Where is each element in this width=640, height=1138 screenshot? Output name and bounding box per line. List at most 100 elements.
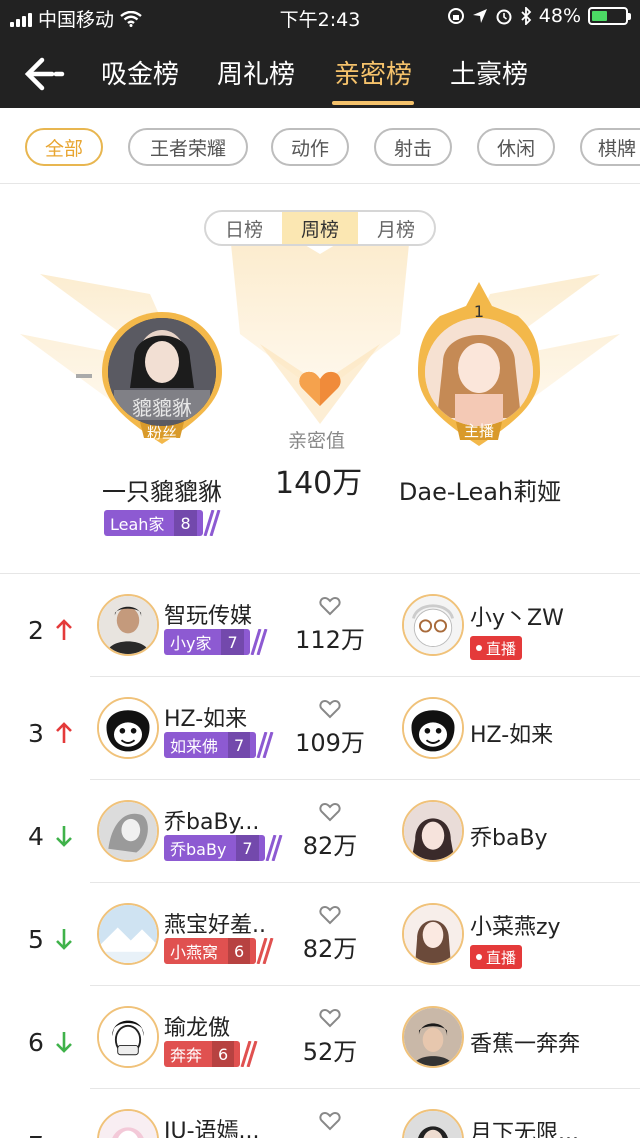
- intimacy-value: 52万: [302, 1038, 358, 1066]
- chip-all[interactable]: 全部: [25, 128, 103, 166]
- badge-name: 小y家: [170, 634, 212, 653]
- rank-number: 2: [28, 616, 44, 645]
- rank-number: 3: [28, 719, 44, 748]
- fan-name[interactable]: IU-语嫣...: [164, 1113, 260, 1138]
- rank-down-arrow-icon: [56, 826, 72, 847]
- fan-club-badge: 奔奔 6: [164, 1041, 258, 1067]
- back-arrow-icon[interactable]: [20, 54, 70, 94]
- rank-number: 4: [28, 822, 44, 851]
- top-pair-panel: 日榜 周榜 月榜 貔貔貅 粉丝 一只貔貔貅 Leah家 8 亲密值 140万 1…: [0, 184, 640, 574]
- fan-club-badge: 小燕窝 6: [164, 938, 274, 964]
- chip-chess[interactable]: 棋牌: [580, 128, 640, 166]
- tab-tuhao[interactable]: 土豪榜: [450, 54, 528, 91]
- fan-avatar[interactable]: [97, 1109, 159, 1138]
- heart-outline-icon: [319, 1008, 341, 1028]
- badge-level: 7: [221, 629, 244, 655]
- fan-name[interactable]: HZ-如来: [164, 701, 247, 733]
- badge-level: 6: [228, 938, 251, 964]
- heart-outline-icon: [319, 802, 341, 822]
- anchor-name[interactable]: 香蕉一奔奔: [470, 1026, 580, 1058]
- fan-name[interactable]: 乔baBy...: [164, 804, 259, 836]
- battery-icon: [588, 7, 631, 25]
- fan-club-badge: 小y家 7: [164, 629, 268, 655]
- list-item[interactable]: 3 HZ-如来 如来佛 7 109万 HZ-如来: [0, 677, 640, 780]
- fan-avatar[interactable]: [97, 594, 159, 656]
- fan-avatar[interactable]: [97, 903, 159, 965]
- fan-club-badge: 如来佛 7: [164, 732, 274, 758]
- alarm-icon: [496, 9, 512, 25]
- period-week[interactable]: 周榜: [282, 212, 358, 244]
- top-anchor-avatar[interactable]: 1 主播: [416, 282, 542, 448]
- badge-slash-icon: [240, 1041, 258, 1067]
- location-icon: [472, 9, 487, 23]
- anchor-avatar[interactable]: [402, 697, 464, 759]
- live-badge[interactable]: 直播: [470, 945, 523, 969]
- avatar-photo: 貔貔貅: [108, 318, 216, 426]
- anchor-name[interactable]: 小y丶ZW: [470, 600, 564, 632]
- live-badge[interactable]: 直播: [470, 636, 523, 660]
- badge-slash-icon: [203, 510, 221, 536]
- chip-action[interactable]: 动作: [271, 128, 349, 166]
- status-bar: 中国移动 下午2:43 48%: [0, 0, 640, 32]
- heart-outline-icon: [319, 1111, 341, 1131]
- rank-down-arrow-icon: [56, 1032, 72, 1053]
- list-item[interactable]: 6 瑜龙傲 奔奔 6 52万 香蕉一奔奔: [0, 986, 640, 1089]
- list-item[interactable]: 2 智玩传媒 小y家 7 112万 小y丶ZW 直播: [0, 574, 640, 677]
- chip-shooter[interactable]: 射击: [374, 128, 452, 166]
- badge-level: 6: [212, 1041, 235, 1067]
- top-anchor-name[interactable]: Dae-Leah莉娅: [380, 472, 580, 507]
- anchor-avatar[interactable]: [402, 903, 464, 965]
- period-day[interactable]: 日榜: [206, 212, 282, 244]
- tab-zhouli[interactable]: 周礼榜: [217, 54, 295, 91]
- badge-slash-icon: [250, 629, 268, 655]
- period-month[interactable]: 月榜: [358, 212, 434, 244]
- anchor-photo: [425, 318, 533, 426]
- intimacy-value: 82万: [302, 935, 358, 963]
- anchor-name[interactable]: 小菜燕zy: [470, 909, 561, 941]
- badge-name: 乔baBy: [170, 840, 227, 859]
- anchor-name[interactable]: 乔baBy: [470, 820, 548, 852]
- heart-outline-icon: [319, 905, 341, 925]
- anchor-avatar[interactable]: [402, 1006, 464, 1068]
- fan-avatar[interactable]: [97, 697, 159, 759]
- anchor-name[interactable]: 月下无限...: [470, 1115, 579, 1138]
- badge-slash-icon: [256, 938, 274, 964]
- fan-club-level: 8: [174, 510, 197, 536]
- list-item[interactable]: 5 燕宝好羞.. 小燕窝 6 82万 小菜燕zy 直播: [0, 883, 640, 986]
- avatar-caption: 貔貔貅: [132, 396, 192, 420]
- tab-qinmi[interactable]: 亲密榜: [331, 54, 415, 105]
- fan-club-badge: 乔baBy 7: [164, 835, 283, 861]
- anchor-avatar[interactable]: [402, 800, 464, 862]
- fan-avatar[interactable]: [97, 800, 159, 862]
- top-fan-name[interactable]: 一只貔貔貅: [60, 472, 264, 507]
- badge-slash-icon: [256, 732, 274, 758]
- fan-avatar[interactable]: [97, 1006, 159, 1068]
- live-dot-icon: [476, 645, 482, 651]
- fan-name[interactable]: 智玩传媒: [164, 598, 252, 630]
- chip-honor-of-kings[interactable]: 王者荣耀: [128, 128, 248, 166]
- battery-percent: 48%: [538, 5, 581, 27]
- anchor-avatar[interactable]: [402, 594, 464, 656]
- list-item[interactable]: 7 IU-语嫣... 月下无限...: [0, 1089, 640, 1138]
- chip-casual[interactable]: 休闲: [477, 128, 555, 166]
- fan-name[interactable]: 燕宝好羞..: [164, 907, 266, 939]
- badge-name: 小燕窝: [170, 943, 219, 962]
- top-bar: 中国移动 下午2:43 48% 吸金榜 周礼榜 亲密榜 土豪榜: [0, 0, 640, 108]
- anchor-avatar[interactable]: [402, 1109, 464, 1138]
- nav-bar: 吸金榜 周礼榜 亲密榜 土豪榜: [0, 40, 640, 108]
- rank-number: 6: [28, 1028, 44, 1057]
- intimacy-value: 82万: [302, 832, 358, 860]
- badge-name: 如来佛: [170, 737, 219, 756]
- bluetooth-icon: [521, 7, 532, 25]
- heart-filled-icon: [299, 371, 341, 406]
- top-fan-avatar[interactable]: 貔貔貅 粉丝: [100, 310, 224, 446]
- rank-up-arrow-icon: [56, 619, 72, 640]
- intimacy-value: 109万: [295, 729, 365, 757]
- list-item[interactable]: 4 乔baBy... 乔baBy 7 82万 乔baBy: [0, 780, 640, 883]
- anchor-tag: 主播: [463, 422, 494, 440]
- fan-club-name: Leah家: [110, 515, 165, 534]
- fan-name[interactable]: 瑜龙傲: [164, 1010, 230, 1042]
- anchor-name[interactable]: HZ-如来: [470, 717, 553, 749]
- fan-club-badge: Leah家 8: [104, 510, 221, 536]
- tab-xijin[interactable]: 吸金榜: [101, 54, 179, 91]
